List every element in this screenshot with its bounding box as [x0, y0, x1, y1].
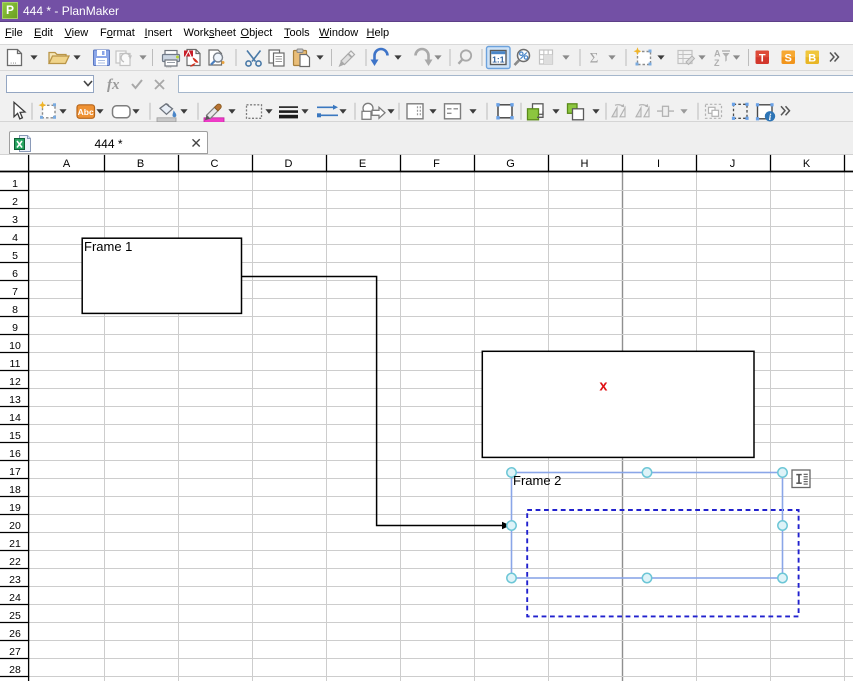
svg-text:A: A	[714, 49, 721, 59]
svg-text:23: 23	[9, 574, 21, 586]
svg-text:H: H	[581, 158, 589, 170]
svg-text:Abc: Abc	[78, 107, 94, 117]
svg-text:9: 9	[12, 322, 18, 334]
svg-text:x: x	[599, 379, 607, 395]
svg-text:K: K	[803, 158, 811, 170]
svg-text:4: 4	[12, 232, 18, 244]
svg-text:1:1: 1:1	[492, 54, 505, 64]
svg-text:5: 5	[12, 250, 18, 262]
svg-text:Σ: Σ	[590, 51, 599, 67]
svg-text:T: T	[759, 53, 766, 65]
svg-text:B: B	[137, 158, 144, 170]
svg-text:19: 19	[9, 502, 21, 514]
svg-text:22: 22	[9, 556, 21, 568]
svg-text:Frame 2: Frame 2	[513, 473, 561, 488]
svg-text:3: 3	[12, 214, 18, 226]
svg-text:7: 7	[12, 286, 18, 298]
svg-text:28: 28	[9, 664, 21, 676]
svg-text:Frame 1: Frame 1	[84, 239, 132, 254]
svg-text:I: I	[657, 158, 660, 170]
svg-text:24: 24	[9, 592, 21, 604]
svg-text:S: S	[785, 53, 792, 65]
svg-text:21: 21	[9, 538, 21, 550]
svg-text:B: B	[808, 53, 816, 65]
svg-text:...: ...	[10, 57, 17, 66]
svg-text:27: 27	[9, 646, 21, 658]
svg-text:12: 12	[9, 376, 21, 388]
svg-text:fx: fx	[107, 77, 120, 93]
svg-text:1: 1	[12, 178, 18, 190]
svg-text:...: ...	[166, 63, 172, 70]
svg-text:6: 6	[12, 268, 18, 280]
svg-text:10: 10	[9, 340, 21, 352]
svg-text:Z: Z	[714, 58, 720, 68]
svg-text:14: 14	[9, 412, 21, 424]
svg-text:F: F	[433, 158, 440, 170]
svg-text:13: 13	[9, 394, 21, 406]
svg-text:17: 17	[9, 466, 21, 478]
svg-text:C: C	[211, 158, 219, 170]
svg-text:8: 8	[12, 304, 18, 316]
svg-text:E: E	[359, 158, 366, 170]
svg-text:A: A	[63, 158, 71, 170]
svg-text:11: 11	[10, 358, 21, 370]
svg-text:26: 26	[9, 628, 21, 640]
svg-text:18: 18	[9, 484, 21, 496]
svg-text:J: J	[730, 158, 736, 170]
svg-text:D: D	[285, 158, 293, 170]
svg-text:16: 16	[9, 448, 21, 460]
svg-text:20: 20	[9, 520, 21, 532]
svg-text:G: G	[506, 158, 515, 170]
svg-text:2: 2	[12, 196, 18, 208]
svg-text:25: 25	[9, 610, 21, 622]
svg-text:15: 15	[9, 430, 21, 442]
